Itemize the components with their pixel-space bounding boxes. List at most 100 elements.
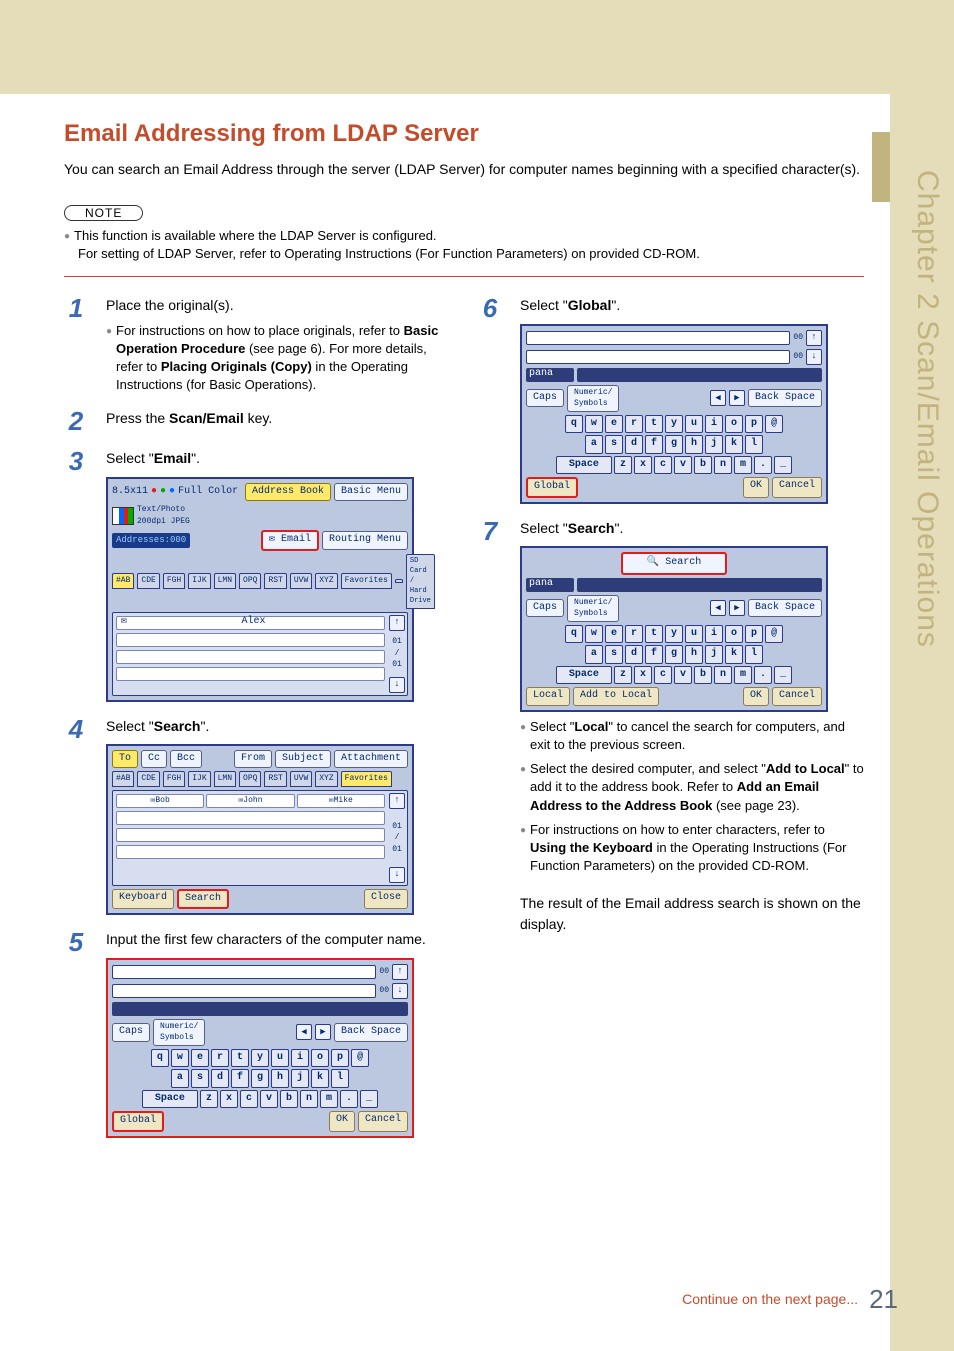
scroll-down-icon[interactable]: ↓ [806,349,822,365]
ok-button[interactable]: OK [743,687,769,706]
email-tab-button[interactable]: ✉ Email [261,530,319,551]
left-arrow-icon[interactable]: ◀ [710,390,726,406]
space-key[interactable]: Space [556,666,612,685]
step-sub: Select "Local" to cancel the search for … [530,718,864,754]
step-number: 3 [64,448,88,474]
keyboard-button[interactable]: Keyboard [112,889,174,910]
to-button[interactable]: To [112,750,138,769]
space-key[interactable]: Space [142,1090,198,1109]
step-text: Select "Search". [520,518,864,538]
step-sub: Select the desired computer, and select … [530,760,864,815]
global-button[interactable]: Global [112,1111,164,1132]
attachment-button[interactable]: Attachment [334,750,408,769]
numsym-button[interactable]: Numeric/ Symbols [153,1019,205,1046]
scroll-down-icon[interactable]: ↓ [392,983,408,999]
note-label: NOTE [64,205,143,221]
search-button[interactable]: 🔍 Search [621,552,727,575]
right-column: 6 Select "Global". 00↑ 00↓ pana Caps Num… [478,295,864,1152]
addresses-count: Addresses:000 [112,533,190,548]
screenshot-step7: 🔍 Search pana Caps Numeric/ Symbols ◀ ▶ … [520,546,828,712]
search-button[interactable]: Search [177,889,229,910]
step-number: 5 [64,929,88,955]
numsym-button[interactable]: Numeric/ Symbols [567,595,619,622]
note-item: For setting of LDAP Server, refer to Ope… [78,245,864,264]
left-column: 1 Place the original(s). For instruction… [64,295,450,1152]
basic-menu-button[interactable]: Basic Menu [334,483,408,502]
contact-list[interactable]: ✉ Bob ✉ John ✉ Mike ↑ 01/01 ↓ [112,790,408,886]
intro-text: You can search an Email Address through … [64,160,864,180]
screenshot-step3: 8.5x11 ●●● Full Color Address Book Basic… [106,477,414,702]
screenshot-step6: 00↑ 00↓ pana Caps Numeric/ Symbols ◀ ▶ B… [520,324,828,504]
step-text: Select "Search". [106,716,450,736]
step-sub: For instructions on how to place origina… [116,322,450,395]
cancel-button[interactable]: Cancel [358,1111,408,1132]
continue-hint: Continue on the next page... [682,1291,858,1307]
from-button[interactable]: From [234,750,272,769]
screenshot-step5: 00↑ 00↓ Caps Numeric/ Symbols ◀ ▶ Back S… [106,958,414,1138]
input-bar[interactable]: pana [526,368,574,382]
local-button[interactable]: Local [526,687,570,706]
page-content: Email Addressing from LDAP Server You ca… [64,120,864,1152]
display-line [112,984,376,998]
onscreen-keyboard[interactable]: qwertyuiop@ asdfghjkl Spacezxcvbnm._ [526,625,822,685]
page-number: 21 [869,1284,898,1315]
onscreen-keyboard[interactable]: qwertyuiop@ asdfghjkl Spacezxcvbnm._ [526,415,822,475]
space-key[interactable]: Space [556,456,612,475]
step-number: 2 [64,408,88,434]
global-button[interactable]: Global [526,477,578,498]
ok-button[interactable]: OK [329,1111,355,1132]
subject-button[interactable]: Subject [275,750,331,769]
step-text: Select "Email". [106,448,450,468]
scroll-up-icon[interactable]: ↑ [392,964,408,980]
display-line [526,350,790,364]
step-text: Input the first few characters of the co… [106,929,450,949]
step-text: Press the Scan/Email key. [106,408,450,428]
scroll-up-icon[interactable]: ↑ [389,615,405,631]
backspace-button[interactable]: Back Space [334,1023,408,1042]
alpha-tabs[interactable]: #ABCDEFGHIJKLMNOPQRSTUVWXYZFavorites [112,771,408,787]
step-text: Select "Global". [520,295,864,315]
ok-button[interactable]: OK [743,477,769,498]
backspace-button[interactable]: Back Space [748,389,822,408]
address-list[interactable]: ✉ Alex ↑ 01/01 ↓ [112,612,408,696]
bcc-button[interactable]: Bcc [170,750,202,769]
numsym-button[interactable]: Numeric/ Symbols [567,385,619,412]
add-to-local-button[interactable]: Add to Local [573,687,659,706]
backspace-button[interactable]: Back Space [748,599,822,618]
cancel-button[interactable]: Cancel [772,687,822,706]
page-title: Email Addressing from LDAP Server [64,120,864,148]
note-body: This function is available where the LDA… [64,227,864,265]
input-bar[interactable] [112,1002,408,1016]
cc-button[interactable]: Cc [141,750,167,769]
step-sub: For instructions on how to enter charact… [530,821,864,876]
caps-button[interactable]: Caps [112,1023,150,1042]
chapter-tab-marker [872,132,890,202]
step-number: 7 [478,518,502,544]
scroll-up-icon[interactable]: ↑ [806,330,822,346]
note-item: This function is available where the LDA… [74,227,437,246]
screenshot-step4: To Cc Bcc From Subject Attachment #ABCDE… [106,744,414,916]
right-arrow-icon[interactable]: ▶ [729,600,745,616]
page-top-band [0,0,954,94]
close-button[interactable]: Close [364,889,408,910]
left-arrow-icon[interactable]: ◀ [296,1024,312,1040]
input-bar[interactable]: pana [526,578,574,592]
cancel-button[interactable]: Cancel [772,477,822,498]
onscreen-keyboard[interactable]: qwertyuiop@ asdfghjkl Spacezxcvbnm._ [112,1049,408,1109]
right-arrow-icon[interactable]: ▶ [315,1024,331,1040]
step-text: Place the original(s). [106,295,450,315]
step-number: 6 [478,295,502,321]
alpha-tabs[interactable]: #ABCDEFGHIJKLMNOPQRSTUVWXYZFavorites SD … [112,554,408,609]
scroll-up-icon[interactable]: ↑ [389,793,405,809]
step-number: 1 [64,295,88,321]
caps-button[interactable]: Caps [526,389,564,408]
address-book-button[interactable]: Address Book [245,483,331,502]
display-line [112,965,376,979]
right-arrow-icon[interactable]: ▶ [729,390,745,406]
caps-button[interactable]: Caps [526,599,564,618]
left-arrow-icon[interactable]: ◀ [710,600,726,616]
scroll-down-icon[interactable]: ↓ [389,867,405,883]
routing-menu-button[interactable]: Routing Menu [322,531,408,550]
scroll-down-icon[interactable]: ↓ [389,677,405,693]
display-line [526,331,790,345]
